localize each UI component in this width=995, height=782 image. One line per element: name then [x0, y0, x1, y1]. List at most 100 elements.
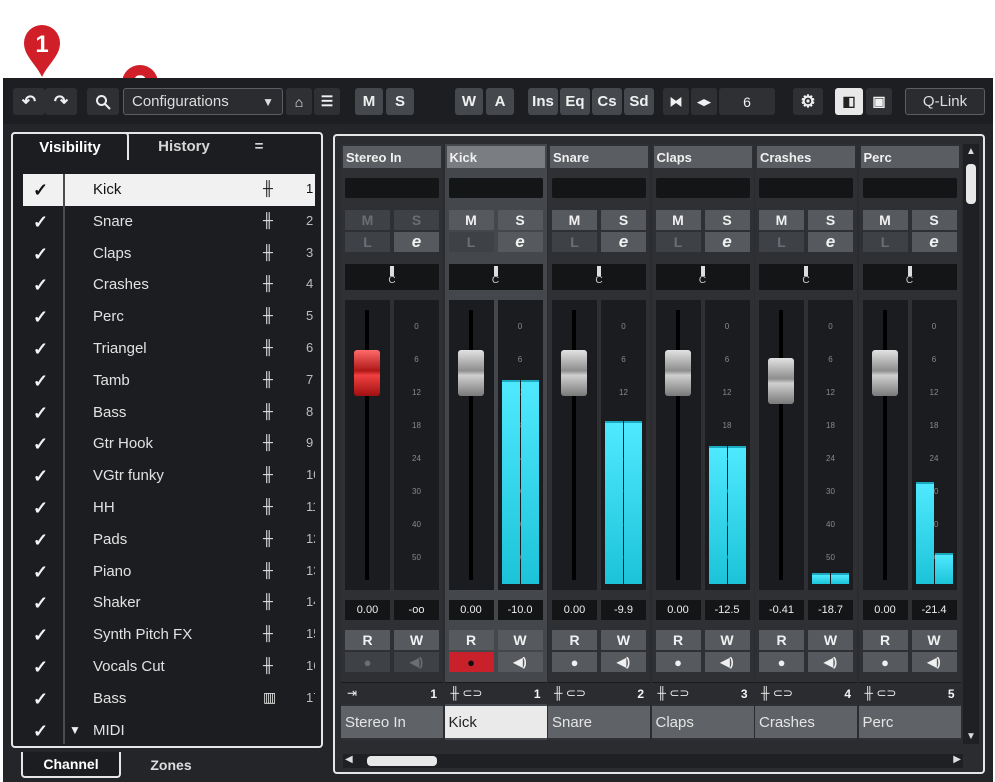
- routing-slot[interactable]: [552, 178, 646, 198]
- solo-button[interactable]: S: [911, 210, 957, 230]
- peak-value[interactable]: -12.5: [704, 600, 750, 620]
- routing-slot[interactable]: [862, 178, 957, 198]
- hscrollbar-thumb[interactable]: [367, 756, 437, 766]
- read-automation-button[interactable]: R: [862, 630, 908, 650]
- record-enable-button[interactable]: ●: [345, 652, 390, 672]
- mute-button[interactable]: M: [345, 210, 390, 230]
- visibility-row[interactable]: ✓ Shaker ╫ 14: [23, 587, 315, 620]
- volume-fader[interactable]: [871, 350, 898, 396]
- visibility-row[interactable]: ✓ Bass ╫ 8: [23, 396, 315, 429]
- solo-button[interactable]: S: [497, 210, 543, 230]
- volume-value[interactable]: 0.00: [862, 600, 908, 620]
- strip-name[interactable]: Perc: [860, 146, 959, 168]
- channel-strip-snare[interactable]: SnareMSLeC061218243040500.00-9.9RW●◀)╫ ⊂…: [548, 144, 650, 740]
- tab-history[interactable]: History: [129, 132, 239, 160]
- volume-value[interactable]: -0.41: [759, 600, 804, 620]
- write-automation-button[interactable]: W: [497, 630, 543, 650]
- routing-slot[interactable]: [655, 178, 750, 198]
- volume-fader[interactable]: [664, 350, 691, 396]
- strip-footer-name[interactable]: Snare: [548, 706, 650, 738]
- record-enable-button[interactable]: ●: [862, 652, 908, 672]
- monitor-button[interactable]: ◀): [394, 652, 439, 672]
- pan-control[interactable]: C: [345, 264, 439, 290]
- write-automation-button[interactable]: W: [911, 630, 957, 650]
- listen-button[interactable]: L: [655, 232, 701, 252]
- visibility-row[interactable]: ✓ Perc ╫ 5: [23, 301, 315, 334]
- pan-control[interactable]: C: [862, 264, 957, 290]
- read-all-button[interactable]: A: [486, 88, 514, 115]
- undo-button[interactable]: ↶: [13, 88, 45, 115]
- checkmark-icon[interactable]: ✓: [33, 371, 53, 392]
- visibility-row[interactable]: ✓ Claps ╫ 3: [23, 237, 315, 270]
- left-zone-toggle-button[interactable]: ◧: [835, 88, 863, 115]
- tab-menu[interactable]: =: [239, 132, 279, 160]
- mute-all-button[interactable]: M: [355, 88, 383, 115]
- edit-button[interactable]: e: [704, 232, 750, 252]
- checkmark-icon[interactable]: ✓: [33, 466, 53, 487]
- monitor-button[interactable]: ◀): [497, 652, 543, 672]
- volume-fader[interactable]: [561, 350, 587, 396]
- visibility-row[interactable]: ✓ Bass ▥ 17: [23, 682, 315, 715]
- qlink-button[interactable]: Q-Link: [905, 88, 985, 115]
- edit-button[interactable]: e: [808, 232, 853, 252]
- listen-button[interactable]: L: [552, 232, 597, 252]
- edit-button[interactable]: e: [601, 232, 646, 252]
- peak-value[interactable]: -oo: [394, 600, 439, 620]
- fader-area[interactable]: [552, 300, 597, 590]
- checkmark-icon[interactable]: ✓: [33, 689, 53, 710]
- visibility-row[interactable]: ✓ Snare ╫ 2: [23, 205, 315, 238]
- channel-strip-button[interactable]: Cs: [592, 88, 622, 115]
- strip-name[interactable]: Kick: [446, 146, 545, 168]
- inserts-button[interactable]: Ins: [528, 88, 558, 115]
- strip-footer-name[interactable]: Crashes: [755, 706, 857, 738]
- read-automation-button[interactable]: R: [345, 630, 390, 650]
- rack-view-button[interactable]: ☰: [314, 88, 340, 115]
- search-button[interactable]: [87, 88, 119, 115]
- peak-value[interactable]: -18.7: [808, 600, 853, 620]
- solo-all-button[interactable]: S: [386, 88, 414, 115]
- checkmark-icon[interactable]: ✓: [33, 244, 53, 265]
- visibility-row[interactable]: ✓ Piano ╫ 13: [23, 555, 315, 588]
- tab-zones[interactable]: Zones: [121, 752, 221, 778]
- channel-strip-crashes[interactable]: Crashes M S Le C 0 6 12 18 24 30 40 50 -0.41 -18.7 R W ● ◀…: [755, 144, 857, 740]
- monitor-button[interactable]: ◀): [601, 652, 646, 672]
- mute-button[interactable]: M: [759, 210, 804, 230]
- horizontal-scrollbar[interactable]: ◀ ▶: [343, 754, 963, 768]
- checkmark-icon[interactable]: ✓: [33, 657, 53, 678]
- checkmark-icon[interactable]: ✓: [33, 434, 53, 455]
- settings-button[interactable]: ⚙: [793, 88, 823, 115]
- volume-value[interactable]: 0.00: [655, 600, 701, 620]
- visibility-row[interactable]: ✓ VGtr funky ╫ 10: [23, 460, 315, 493]
- fader-area[interactable]: [345, 300, 390, 590]
- fader-area[interactable]: [759, 300, 804, 590]
- checkmark-icon[interactable]: ✓: [33, 593, 53, 614]
- checkmark-icon[interactable]: ✓: [33, 530, 53, 551]
- volume-value[interactable]: 0.00: [345, 600, 390, 620]
- listen-button[interactable]: L: [759, 232, 804, 252]
- visibility-row[interactable]: ✓ Kick ╫ 1: [23, 174, 315, 206]
- edit-button[interactable]: e: [497, 232, 543, 252]
- visibility-row[interactable]: ✓ ▼ MIDI: [23, 714, 315, 744]
- save-configuration-button[interactable]: ⌂: [286, 88, 312, 115]
- checkmark-icon[interactable]: ✓: [33, 275, 53, 296]
- checkmark-icon[interactable]: ✓: [33, 180, 53, 201]
- channel-count-field[interactable]: 6: [719, 88, 775, 115]
- routing-slot[interactable]: [345, 178, 439, 198]
- strip-footer-name[interactable]: Stereo In: [341, 706, 443, 738]
- visibility-row[interactable]: ✓ Triangel ╫ 6: [23, 333, 315, 365]
- fader-area[interactable]: [862, 300, 908, 590]
- volume-fader[interactable]: [768, 358, 794, 404]
- mute-button[interactable]: M: [862, 210, 908, 230]
- solo-button[interactable]: S: [394, 210, 439, 230]
- channel-strip-kick[interactable]: KickMSLeC061218243040500.00-10.0RW●◀)╫ ⊂…: [444, 144, 547, 740]
- peak-value[interactable]: -10.0: [497, 600, 543, 620]
- listen-button[interactable]: L: [862, 232, 908, 252]
- listen-button[interactable]: L: [345, 232, 390, 252]
- checkmark-icon[interactable]: ✓: [33, 498, 53, 519]
- record-enable-button[interactable]: ●: [759, 652, 804, 672]
- vertical-scrollbar[interactable]: ▲ ▼: [963, 144, 979, 744]
- write-automation-button[interactable]: W: [601, 630, 646, 650]
- checkmark-icon[interactable]: ✓: [33, 212, 53, 233]
- record-enable-button[interactable]: ●: [448, 652, 494, 672]
- fader-area[interactable]: [655, 300, 701, 590]
